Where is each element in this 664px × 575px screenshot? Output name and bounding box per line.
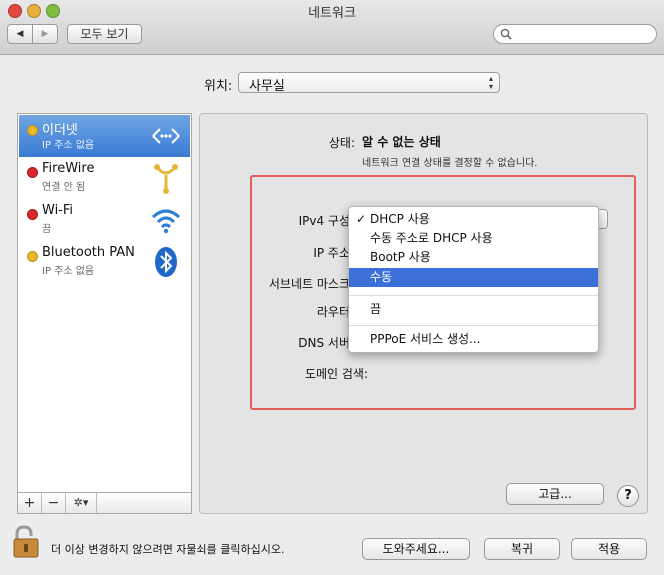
wifi-icon xyxy=(151,209,181,234)
subnet-mask-label: 서브네트 마스크 xyxy=(268,277,350,291)
menu-item-create-pppoe[interactable]: PPPoE 서비스 생성... xyxy=(349,330,598,349)
service-item-firewire[interactable]: FireWire 연결 안 됨 xyxy=(19,157,190,199)
location-label: 위치: xyxy=(204,79,233,94)
menu-separator xyxy=(349,295,598,296)
service-name: Wi-Fi xyxy=(42,203,74,218)
search-input[interactable] xyxy=(493,24,657,44)
ip-address-label: IP 주소 xyxy=(313,246,350,260)
menu-item-dhcp[interactable]: ✓ DHCP 사용 xyxy=(349,210,598,229)
checkmark-icon: ✓ xyxy=(356,212,367,226)
menu-item-off[interactable]: 끔 xyxy=(349,300,598,319)
menu-item-bootp[interactable]: BootP 사용 xyxy=(349,248,598,267)
status-dot xyxy=(27,209,38,220)
popup-arrows-icon: ▴ ▾ xyxy=(488,74,493,91)
window-title: 네트워크 xyxy=(308,6,356,21)
service-status: IP 주소 없음 xyxy=(42,266,95,277)
location-popup[interactable]: 사무실 ▴ ▾ xyxy=(238,72,500,94)
firewire-icon xyxy=(154,164,178,194)
service-status: 연결 안 됨 xyxy=(42,182,86,193)
search-icon xyxy=(500,28,512,40)
status-description: 네트워크 연결 상태를 결정할 수 없습니다. xyxy=(362,158,538,169)
menu-item-label: 수동 xyxy=(370,270,393,284)
menu-item-label: 수동 주소로 DHCP 사용 xyxy=(370,231,493,245)
search-domain-label: 도메인 검색: xyxy=(304,367,368,381)
assist-me-button[interactable]: 도와주세요... xyxy=(362,538,470,560)
ipv4-config-menu: ✓ DHCP 사용 수동 주소로 DHCP 사용 BootP 사용 수동 끔 P… xyxy=(348,206,599,353)
add-service-button[interactable]: + xyxy=(18,493,42,513)
menu-item-manual[interactable]: 수동 xyxy=(349,268,598,287)
status-dot xyxy=(27,125,38,136)
ethernet-icon xyxy=(152,128,180,144)
service-name: FireWire xyxy=(42,161,95,176)
menu-item-label: BootP 사용 xyxy=(370,250,431,264)
remove-service-button[interactable]: − xyxy=(42,493,66,513)
service-name: Bluetooth PAN xyxy=(42,245,135,260)
revert-button[interactable]: 복귀 xyxy=(484,538,560,560)
help-button[interactable]: ? xyxy=(617,485,639,507)
forward-button[interactable]: ▶ xyxy=(32,24,58,44)
service-item-bluetooth-pan[interactable]: Bluetooth PAN IP 주소 없음 xyxy=(19,241,190,283)
lock-icon[interactable] xyxy=(12,525,40,559)
service-status: 끔 xyxy=(42,224,52,235)
router-label: 라우터 xyxy=(316,305,350,319)
advanced-button[interactable]: 고급... xyxy=(506,483,604,505)
lock-message: 더 이상 변경하지 않으려면 자물쇠를 클릭하십시오. xyxy=(51,543,285,556)
status-dot xyxy=(27,167,38,178)
back-button[interactable]: ◀ xyxy=(7,24,33,44)
service-item-wifi[interactable]: Wi-Fi 끔 xyxy=(19,199,190,241)
status-dot xyxy=(27,251,38,262)
status-label: 상태: xyxy=(328,136,355,150)
service-list-controls: + − ✲▾ xyxy=(17,492,192,514)
menu-item-label: 끔 xyxy=(370,302,382,316)
gear-menu-button[interactable]: ✲▾ xyxy=(66,493,97,513)
bluetooth-icon xyxy=(155,247,177,277)
ipv4-label: IPv4 구성 xyxy=(298,214,350,228)
menu-item-dhcp-manual[interactable]: 수동 주소로 DHCP 사용 xyxy=(349,229,598,248)
apply-button[interactable]: 적용 xyxy=(571,538,647,560)
service-item-ethernet[interactable]: 이더넷 IP 주소 없음 xyxy=(19,115,190,157)
menu-separator xyxy=(349,325,598,326)
location-value: 사무실 xyxy=(249,79,285,94)
menu-item-label: DHCP 사용 xyxy=(370,212,430,226)
service-list: 이더넷 IP 주소 없음 FireWire 연결 안 됨 Wi-Fi 끔 Blu… xyxy=(17,113,192,493)
status-value: 알 수 없는 상태 xyxy=(362,135,441,149)
show-all-button[interactable]: 모두 보기 xyxy=(67,24,142,44)
menu-item-label: PPPoE 서비스 생성... xyxy=(370,332,481,346)
dns-server-label: DNS 서버 xyxy=(298,336,350,350)
service-status: IP 주소 없음 xyxy=(42,140,95,151)
